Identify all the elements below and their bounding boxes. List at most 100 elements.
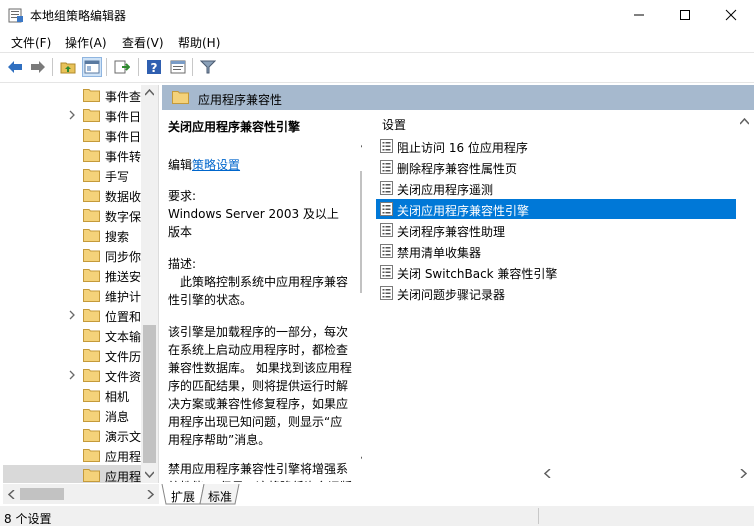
minimize-button[interactable] bbox=[616, 0, 662, 30]
edit-policy-line: 编辑策略设置 bbox=[168, 158, 241, 172]
view-tabs: 扩展 标准 bbox=[160, 484, 754, 506]
tree-item[interactable]: 文本输 bbox=[3, 325, 143, 345]
menu-help[interactable]: 帮助(H) bbox=[178, 34, 220, 51]
folder-icon bbox=[83, 189, 100, 202]
tree-item[interactable]: 事件日 bbox=[3, 105, 143, 125]
policy-setting-icon bbox=[380, 223, 393, 237]
setting-row[interactable]: 关闭应用程序兼容性引擎 bbox=[376, 199, 754, 219]
toolbar-separator bbox=[0, 82, 754, 83]
policy-editor-icon bbox=[8, 8, 23, 23]
tree-item-label: 同步你 bbox=[105, 250, 142, 264]
close-button[interactable] bbox=[708, 0, 754, 30]
setting-row[interactable]: 禁用清单收集器 bbox=[376, 241, 754, 261]
scroll-right-icon[interactable] bbox=[740, 469, 747, 478]
tree-item[interactable]: 搜索 bbox=[3, 225, 143, 245]
console-tree-icon bbox=[84, 60, 100, 74]
tree-item[interactable]: 维护计 bbox=[3, 285, 143, 305]
policy-setting-icon bbox=[380, 160, 393, 174]
tab-extended[interactable]: 扩展 bbox=[171, 488, 195, 505]
tab-standard[interactable]: 标准 bbox=[208, 488, 232, 505]
tree-item[interactable]: 事件查 bbox=[3, 85, 143, 105]
scroll-left-icon[interactable] bbox=[544, 469, 551, 478]
tree-item-label: 数字保 bbox=[105, 210, 142, 224]
tree-item[interactable]: 文件历 bbox=[3, 345, 143, 365]
folder-icon bbox=[83, 109, 100, 122]
chevron-right-icon[interactable] bbox=[67, 309, 77, 321]
folder-icon bbox=[172, 91, 189, 104]
tree-item[interactable]: 消息 bbox=[3, 405, 143, 425]
tree-item[interactable]: 应用程 bbox=[3, 465, 143, 483]
settings-scrollbar[interactable] bbox=[736, 110, 754, 482]
tree-item[interactable]: 相机 bbox=[3, 385, 143, 405]
tree-item[interactable]: 演示文 bbox=[3, 425, 143, 445]
policy-setting-icon bbox=[380, 244, 393, 258]
folder-icon bbox=[83, 409, 100, 422]
setting-row[interactable]: 关闭应用程序遥测 bbox=[376, 178, 754, 198]
policy-title: 关闭应用程序兼容性引擎 bbox=[168, 120, 301, 134]
folder-icon bbox=[83, 249, 100, 262]
tree-item[interactable]: 事件转 bbox=[3, 145, 143, 165]
tree-item[interactable]: 应用程 bbox=[3, 445, 143, 465]
folder-icon bbox=[83, 449, 100, 462]
folder-icon bbox=[83, 429, 100, 442]
menu-view[interactable]: 查看(V) bbox=[122, 34, 164, 51]
tree-item-label: 文件历 bbox=[105, 350, 142, 364]
tree-item-label: 搜索 bbox=[105, 230, 130, 244]
scroll-down-icon[interactable] bbox=[145, 471, 154, 478]
tree-item[interactable]: 同步你 bbox=[3, 245, 143, 265]
setting-row[interactable]: 关闭 SwitchBack 兼容性引擎 bbox=[376, 262, 754, 282]
menu-action[interactable]: 操作(A) bbox=[65, 34, 107, 51]
scroll-left-icon[interactable] bbox=[8, 490, 15, 499]
tree-item[interactable]: 数字保 bbox=[3, 205, 143, 225]
tree-item-label: 推送安 bbox=[105, 270, 142, 284]
tree-item-label: 位置和 bbox=[105, 310, 142, 324]
tree-item[interactable]: 位置和 bbox=[3, 305, 143, 325]
tree-item-label: 事件日 bbox=[105, 130, 142, 144]
setting-label: 删除程序兼容性属性页 bbox=[397, 162, 518, 176]
folder-icon bbox=[83, 469, 100, 482]
edit-policy-link[interactable]: 策略设置 bbox=[192, 158, 240, 172]
chevron-right-icon[interactable] bbox=[67, 369, 77, 381]
up-folder-button[interactable] bbox=[58, 57, 78, 77]
scroll-up-icon[interactable] bbox=[740, 118, 749, 125]
setting-label: 关闭应用程序兼容性引擎 bbox=[397, 204, 530, 218]
minimize-icon bbox=[634, 14, 644, 16]
tree-hscroll-thumb[interactable] bbox=[20, 488, 64, 500]
help-button[interactable]: ? bbox=[144, 57, 164, 77]
scroll-right-icon[interactable] bbox=[147, 490, 154, 499]
scroll-up-icon[interactable] bbox=[145, 89, 154, 96]
maximize-button[interactable] bbox=[662, 0, 708, 30]
setting-row[interactable]: 关闭问题步骤记录器 bbox=[376, 283, 754, 303]
category-title: 应用程序兼容性 bbox=[198, 93, 283, 107]
tree-vertical-scrollbar[interactable] bbox=[141, 85, 158, 483]
back-button[interactable] bbox=[5, 57, 25, 77]
export-list-button[interactable] bbox=[112, 57, 132, 77]
show-hide-tree-button[interactable] bbox=[82, 57, 102, 77]
tree-item[interactable]: 数据收 bbox=[3, 185, 143, 205]
properties-button[interactable] bbox=[168, 57, 188, 77]
tree-item[interactable]: 手写 bbox=[3, 165, 143, 185]
menu-file[interactable]: 文件(F) bbox=[11, 34, 51, 51]
console-tree[interactable]: 事件查 事件日 事件日 事件转 手写 数据收 数字保 搜索 同步你 推送安 维护计 位置和 文本输 文件历… bbox=[3, 85, 159, 483]
filter-button[interactable] bbox=[198, 57, 218, 77]
chevron-right-icon[interactable] bbox=[67, 109, 77, 121]
settings-column-header[interactable]: 设置 bbox=[382, 116, 406, 133]
setting-row[interactable]: 阻止访问 16 位应用程序 bbox=[376, 136, 754, 156]
title-bar: 本地组策略编辑器 bbox=[0, 0, 754, 30]
menu-separator bbox=[0, 52, 754, 53]
tree-item[interactable]: 推送安 bbox=[3, 265, 143, 285]
tree-item[interactable]: 事件日 bbox=[3, 125, 143, 145]
setting-label: 禁用清单收集器 bbox=[397, 246, 482, 260]
setting-row[interactable]: 删除程序兼容性属性页 bbox=[376, 157, 754, 177]
folder-icon bbox=[83, 389, 100, 402]
tree-item[interactable]: 文件资 bbox=[3, 365, 143, 385]
setting-row[interactable]: 关闭程序兼容性助理 bbox=[376, 220, 754, 240]
settings-horizontal-scrollbar[interactable] bbox=[540, 465, 754, 482]
window-title: 本地组策略编辑器 bbox=[30, 9, 127, 23]
forward-button[interactable] bbox=[28, 57, 48, 77]
tree-horizontal-scrollbar[interactable] bbox=[3, 484, 159, 504]
setting-label: 关闭问题步骤记录器 bbox=[397, 288, 506, 302]
tree-item-label: 维护计 bbox=[105, 290, 142, 304]
tree-scroll-thumb[interactable] bbox=[143, 325, 156, 463]
requirements-label: 要求: bbox=[168, 189, 197, 203]
